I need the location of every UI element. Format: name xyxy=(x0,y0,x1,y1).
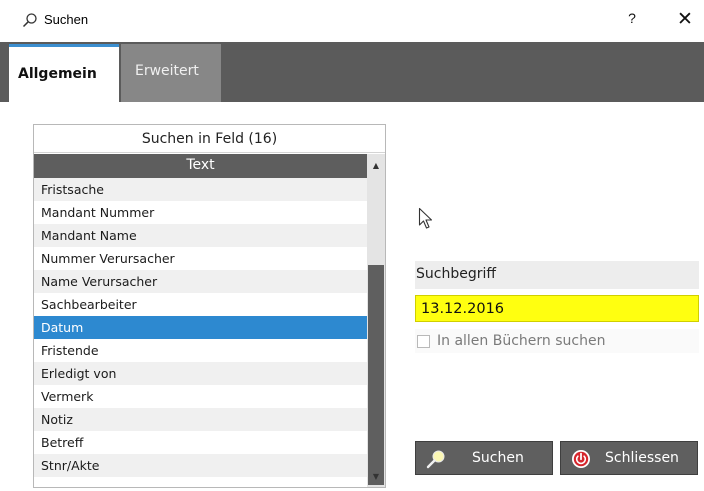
list-item[interactable]: Fristende xyxy=(34,339,367,362)
list-item[interactable]: Fristsache xyxy=(34,178,367,201)
list-item[interactable]: Vermerk xyxy=(34,385,367,408)
tab-content xyxy=(9,102,704,116)
close-button-label: Schliessen xyxy=(605,450,679,466)
mouse-pointer-icon xyxy=(418,207,433,229)
list-item[interactable]: Name Verursacher xyxy=(34,270,367,293)
list-item[interactable]: Erledigt von xyxy=(34,362,367,385)
field-list-column-header[interactable]: Text xyxy=(34,154,367,178)
field-list-scrollbar[interactable]: ▲ ▼ xyxy=(367,154,385,487)
list-item[interactable]: Betreff xyxy=(34,431,367,454)
title-bar: Suchen ? ✕ xyxy=(0,0,704,40)
field-list-caption: Suchen in Feld (16) xyxy=(34,125,385,153)
search-button[interactable]: Suchen xyxy=(415,441,553,475)
window-title: Suchen xyxy=(44,12,89,27)
all-books-label: In allen Büchern suchen xyxy=(437,333,606,349)
list-item[interactable]: Notiz xyxy=(34,408,367,431)
list-item[interactable]: Sachbearbeiter xyxy=(34,293,367,316)
all-books-checkbox[interactable] xyxy=(417,334,430,348)
close-window-button[interactable]: ✕ xyxy=(672,8,698,32)
search-button-label: Suchen xyxy=(472,450,524,466)
tab-erweitert[interactable]: Erweitert xyxy=(121,44,221,102)
scrollbar-thumb[interactable] xyxy=(368,265,384,485)
all-books-option[interactable]: In allen Büchern suchen xyxy=(415,329,699,353)
field-list: Fristsache Mandant Nummer Mandant Name Numm… xyxy=(34,178,367,477)
search-icon xyxy=(426,450,445,469)
triangle-down-icon[interactable]: ▼ xyxy=(367,467,385,487)
list-item[interactable]: Mandant Nummer xyxy=(34,201,367,224)
field-list-panel: Suchen in Feld (16) Text Fristsache Manda… xyxy=(33,124,386,488)
help-button[interactable]: ? xyxy=(620,10,644,30)
power-icon xyxy=(572,450,590,468)
list-item[interactable]: Stnr/Akte xyxy=(34,454,367,477)
list-item[interactable]: Nummer Verursacher xyxy=(34,247,367,270)
triangle-up-icon[interactable]: ▲ xyxy=(367,154,385,174)
search-icon xyxy=(22,13,37,28)
list-item[interactable]: Mandant Name xyxy=(34,224,367,247)
close-button[interactable]: Schliessen xyxy=(560,441,698,475)
tab-allgemein[interactable]: Allgemein xyxy=(9,44,119,102)
list-item[interactable]: Datum xyxy=(34,316,367,339)
search-term-input[interactable] xyxy=(415,295,699,322)
search-term-label: Suchbegriff xyxy=(415,261,699,289)
